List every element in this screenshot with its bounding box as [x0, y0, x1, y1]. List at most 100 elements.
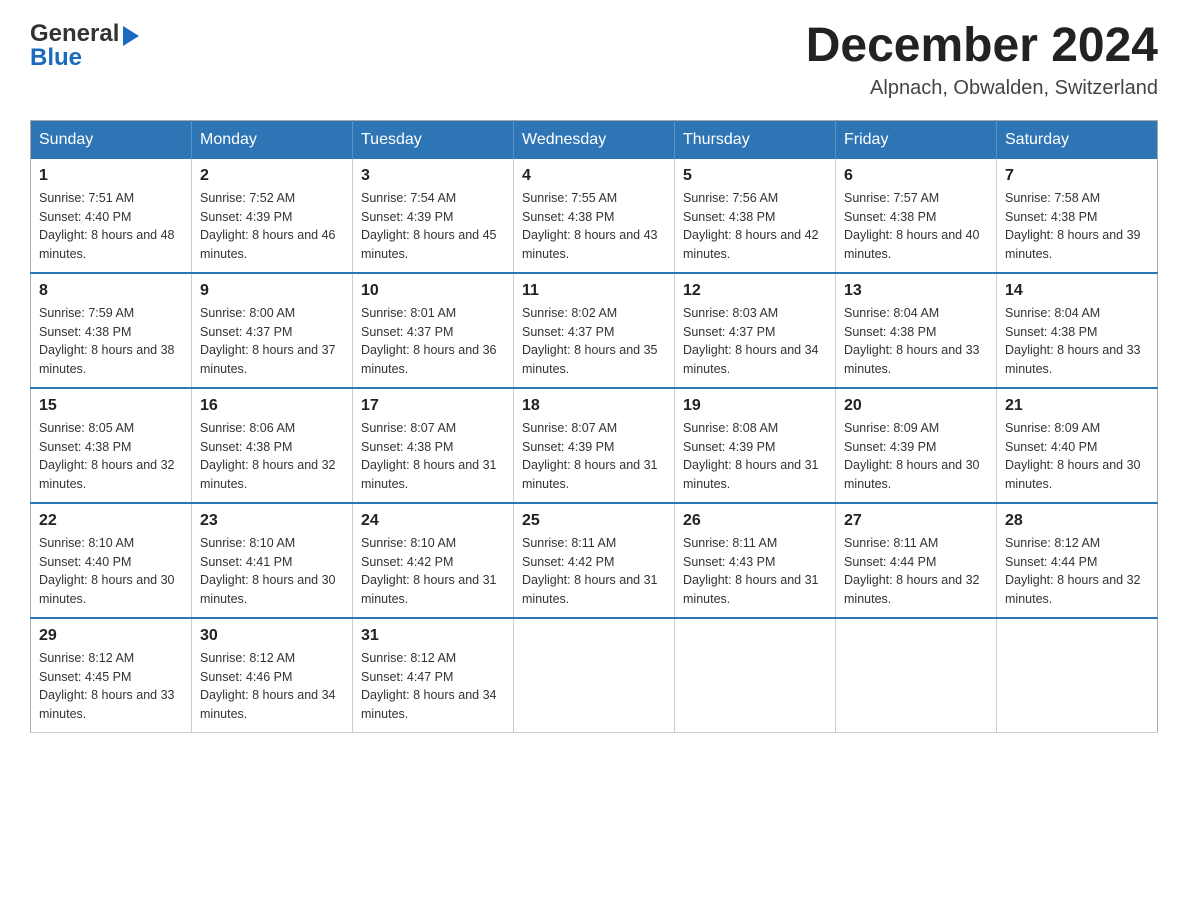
day-number: 10 — [361, 282, 505, 300]
day-info: Sunrise: 7:51 AMSunset: 4:40 PMDaylight:… — [39, 189, 183, 264]
day-of-week-header: Tuesday — [353, 120, 514, 159]
day-info: Sunrise: 8:01 AMSunset: 4:37 PMDaylight:… — [361, 304, 505, 379]
day-number: 1 — [39, 167, 183, 185]
calendar-day-cell: 19 Sunrise: 8:08 AMSunset: 4:39 PMDayligh… — [675, 388, 836, 503]
day-info: Sunrise: 8:04 AMSunset: 4:38 PMDaylight:… — [844, 304, 988, 379]
day-number: 19 — [683, 397, 827, 415]
day-info: Sunrise: 8:12 AMSunset: 4:44 PMDaylight:… — [1005, 534, 1149, 609]
day-number: 7 — [1005, 167, 1149, 185]
calendar-day-cell: 10 Sunrise: 8:01 AMSunset: 4:37 PMDayligh… — [353, 273, 514, 388]
day-number: 16 — [200, 397, 344, 415]
day-info: Sunrise: 7:55 AMSunset: 4:38 PMDaylight:… — [522, 189, 666, 264]
day-number: 23 — [200, 512, 344, 530]
calendar-day-cell: 28Sunrise: 8:12 AMSunset: 4:44 PMDayligh… — [997, 503, 1158, 618]
calendar-day-cell: 17 Sunrise: 8:07 AMSunset: 4:38 PMDayligh… — [353, 388, 514, 503]
calendar-day-cell: 1 Sunrise: 7:51 AMSunset: 4:40 PMDaylight… — [31, 159, 192, 273]
day-number: 18 — [522, 397, 666, 415]
day-number: 8 — [39, 282, 183, 300]
calendar-day-cell: 6 Sunrise: 7:57 AMSunset: 4:38 PMDaylight… — [836, 159, 997, 273]
calendar-day-cell: 16 Sunrise: 8:06 AMSunset: 4:38 PMDayligh… — [192, 388, 353, 503]
day-info: Sunrise: 8:04 AMSunset: 4:38 PMDaylight:… — [1005, 304, 1149, 379]
day-info: Sunrise: 8:11 AMSunset: 4:44 PMDaylight:… — [844, 534, 988, 609]
calendar-day-cell — [836, 618, 997, 733]
day-info: Sunrise: 8:09 AMSunset: 4:39 PMDaylight:… — [844, 419, 988, 494]
calendar-day-cell: 30 Sunrise: 8:12 AMSunset: 4:46 PMDayligh… — [192, 618, 353, 733]
calendar-day-cell: 29 Sunrise: 8:12 AMSunset: 4:45 PMDayligh… — [31, 618, 192, 733]
calendar-day-cell: 21 Sunrise: 8:09 AMSunset: 4:40 PMDayligh… — [997, 388, 1158, 503]
day-info: Sunrise: 7:58 AMSunset: 4:38 PMDaylight:… — [1005, 189, 1149, 264]
page-header: General Blue December 2024 Alpnach, Obwa… — [30, 20, 1158, 100]
day-number: 6 — [844, 167, 988, 185]
day-info: Sunrise: 8:07 AMSunset: 4:38 PMDaylight:… — [361, 419, 505, 494]
day-info: Sunrise: 8:12 AMSunset: 4:47 PMDaylight:… — [361, 649, 505, 724]
day-info: Sunrise: 8:12 AMSunset: 4:45 PMDaylight:… — [39, 649, 183, 724]
calendar-day-cell: 12 Sunrise: 8:03 AMSunset: 4:37 PMDayligh… — [675, 273, 836, 388]
day-number: 27 — [844, 512, 988, 530]
day-number: 9 — [200, 282, 344, 300]
day-number: 24 — [361, 512, 505, 530]
day-info: Sunrise: 7:57 AMSunset: 4:38 PMDaylight:… — [844, 189, 988, 264]
day-info: Sunrise: 8:11 AMSunset: 4:43 PMDaylight:… — [683, 534, 827, 609]
day-info: Sunrise: 8:10 AMSunset: 4:42 PMDaylight:… — [361, 534, 505, 609]
location-subtitle: Alpnach, Obwalden, Switzerland — [806, 77, 1158, 100]
calendar-day-cell: 24 Sunrise: 8:10 AMSunset: 4:42 PMDayligh… — [353, 503, 514, 618]
calendar-week-row: 1 Sunrise: 7:51 AMSunset: 4:40 PMDaylight… — [31, 159, 1158, 273]
calendar-header-row: SundayMondayTuesdayWednesdayThursdayFrid… — [31, 120, 1158, 159]
day-of-week-header: Thursday — [675, 120, 836, 159]
logo-blue-text: Blue — [30, 44, 82, 72]
calendar-day-cell: 26 Sunrise: 8:11 AMSunset: 4:43 PMDayligh… — [675, 503, 836, 618]
day-number: 31 — [361, 627, 505, 645]
calendar-week-row: 8 Sunrise: 7:59 AMSunset: 4:38 PMDaylight… — [31, 273, 1158, 388]
day-number: 4 — [522, 167, 666, 185]
day-info: Sunrise: 7:56 AMSunset: 4:38 PMDaylight:… — [683, 189, 827, 264]
calendar-day-cell: 25Sunrise: 8:11 AMSunset: 4:42 PMDayligh… — [514, 503, 675, 618]
day-number: 14 — [1005, 282, 1149, 300]
calendar-day-cell: 4 Sunrise: 7:55 AMSunset: 4:38 PMDaylight… — [514, 159, 675, 273]
calendar-day-cell: 14 Sunrise: 8:04 AMSunset: 4:38 PMDayligh… — [997, 273, 1158, 388]
day-info: Sunrise: 8:08 AMSunset: 4:39 PMDaylight:… — [683, 419, 827, 494]
logo: General Blue — [30, 20, 139, 72]
calendar-day-cell: 13 Sunrise: 8:04 AMSunset: 4:38 PMDayligh… — [836, 273, 997, 388]
day-of-week-header: Sunday — [31, 120, 192, 159]
calendar-day-cell: 20 Sunrise: 8:09 AMSunset: 4:39 PMDayligh… — [836, 388, 997, 503]
day-info: Sunrise: 8:06 AMSunset: 4:38 PMDaylight:… — [200, 419, 344, 494]
calendar-week-row: 22Sunrise: 8:10 AMSunset: 4:40 PMDayligh… — [31, 503, 1158, 618]
day-number: 13 — [844, 282, 988, 300]
day-number: 15 — [39, 397, 183, 415]
day-info: Sunrise: 8:11 AMSunset: 4:42 PMDaylight:… — [522, 534, 666, 609]
day-info: Sunrise: 8:10 AMSunset: 4:40 PMDaylight:… — [39, 534, 183, 609]
day-info: Sunrise: 8:10 AMSunset: 4:41 PMDaylight:… — [200, 534, 344, 609]
calendar-day-cell — [514, 618, 675, 733]
day-number: 30 — [200, 627, 344, 645]
calendar-day-cell: 23 Sunrise: 8:10 AMSunset: 4:41 PMDayligh… — [192, 503, 353, 618]
day-number: 26 — [683, 512, 827, 530]
day-number: 29 — [39, 627, 183, 645]
day-number: 11 — [522, 282, 666, 300]
day-info: Sunrise: 8:12 AMSunset: 4:46 PMDaylight:… — [200, 649, 344, 724]
day-info: Sunrise: 7:52 AMSunset: 4:39 PMDaylight:… — [200, 189, 344, 264]
calendar-day-cell — [675, 618, 836, 733]
logo-arrow-icon — [123, 26, 139, 46]
calendar-day-cell: 18Sunrise: 8:07 AMSunset: 4:39 PMDayligh… — [514, 388, 675, 503]
day-of-week-header: Saturday — [997, 120, 1158, 159]
day-number: 17 — [361, 397, 505, 415]
calendar-table: SundayMondayTuesdayWednesdayThursdayFrid… — [30, 120, 1158, 733]
day-number: 12 — [683, 282, 827, 300]
day-info: Sunrise: 8:09 AMSunset: 4:40 PMDaylight:… — [1005, 419, 1149, 494]
calendar-day-cell: 9Sunrise: 8:00 AMSunset: 4:37 PMDaylight… — [192, 273, 353, 388]
day-number: 21 — [1005, 397, 1149, 415]
calendar-week-row: 15 Sunrise: 8:05 AMSunset: 4:38 PMDayligh… — [31, 388, 1158, 503]
calendar-day-cell: 22Sunrise: 8:10 AMSunset: 4:40 PMDayligh… — [31, 503, 192, 618]
calendar-day-cell — [997, 618, 1158, 733]
calendar-day-cell: 8 Sunrise: 7:59 AMSunset: 4:38 PMDaylight… — [31, 273, 192, 388]
day-number: 20 — [844, 397, 988, 415]
title-section: December 2024 Alpnach, Obwalden, Switzer… — [806, 20, 1158, 100]
day-info: Sunrise: 8:03 AMSunset: 4:37 PMDaylight:… — [683, 304, 827, 379]
month-title: December 2024 — [806, 20, 1158, 73]
day-info: Sunrise: 7:59 AMSunset: 4:38 PMDaylight:… — [39, 304, 183, 379]
calendar-day-cell: 3Sunrise: 7:54 AMSunset: 4:39 PMDaylight… — [353, 159, 514, 273]
calendar-day-cell: 27 Sunrise: 8:11 AMSunset: 4:44 PMDayligh… — [836, 503, 997, 618]
day-number: 5 — [683, 167, 827, 185]
calendar-day-cell: 15 Sunrise: 8:05 AMSunset: 4:38 PMDayligh… — [31, 388, 192, 503]
day-info: Sunrise: 8:05 AMSunset: 4:38 PMDaylight:… — [39, 419, 183, 494]
